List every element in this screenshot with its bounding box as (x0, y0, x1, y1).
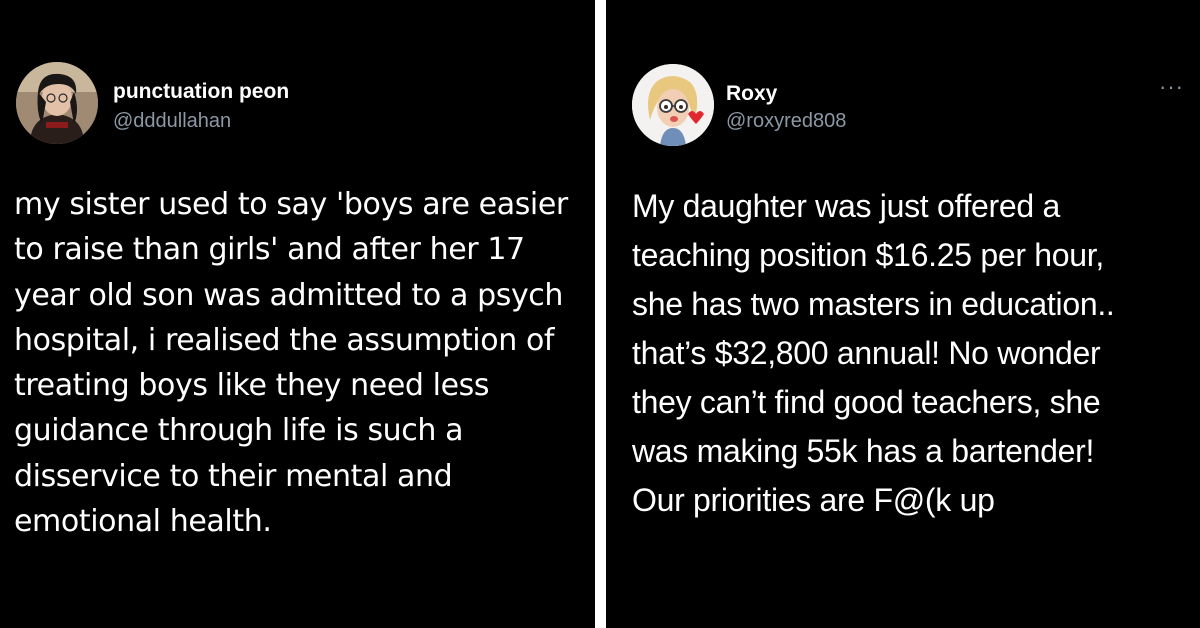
more-options-icon[interactable]: ··· (1159, 74, 1184, 100)
tweet-text: My daughter was just offered a teaching … (632, 188, 1115, 518)
author-handle[interactable]: @roxyred808 (726, 110, 846, 133)
author-handle[interactable]: @dddullahan (113, 110, 231, 133)
author-display-name[interactable]: Roxy (726, 82, 777, 106)
tweet-card-right: Roxy @roxyred808 ··· My daughter was jus… (606, 0, 1200, 628)
avatar[interactable] (16, 62, 98, 144)
tweet-text: my sister used to say 'boys are easier t… (14, 187, 568, 540)
tweet-card-left: punctuation peon @dddullahan my sister u… (0, 0, 595, 628)
avatar-memoji (632, 64, 714, 146)
avatar[interactable] (632, 64, 714, 146)
author-display-name[interactable]: punctuation peon (113, 80, 289, 104)
avatar-photo (16, 62, 98, 144)
